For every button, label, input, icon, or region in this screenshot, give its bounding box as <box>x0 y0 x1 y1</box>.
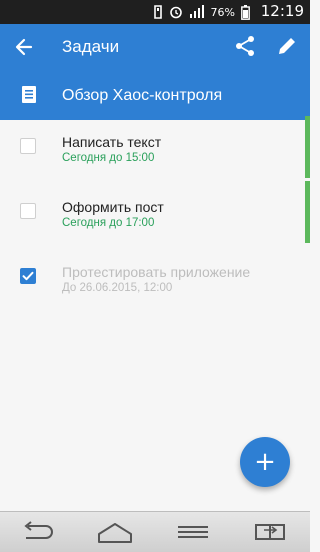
task-priority-marker <box>305 116 310 178</box>
share-icon[interactable] <box>234 35 256 57</box>
project-header[interactable]: Обзор Хаос-контроля <box>0 70 310 120</box>
task-due: Сегодня до 15:00 <box>62 152 155 164</box>
document-icon <box>22 86 36 103</box>
clock: 12:19 <box>260 2 304 20</box>
task-due: Сегодня до 17:00 <box>62 217 155 229</box>
alarm-icon <box>169 6 182 19</box>
task-checkbox[interactable] <box>20 203 36 219</box>
app-bar: Задачи <box>0 24 310 70</box>
battery-percent: 76% <box>210 5 235 19</box>
task-due: До 26.06.2015, 12:00 <box>62 282 173 294</box>
task-item[interactable]: Оформить пост Сегодня до 17:00 <box>0 181 310 243</box>
signal-icon <box>189 5 204 18</box>
check-icon <box>22 271 34 281</box>
task-title: Оформить пост <box>62 199 164 215</box>
navigation-bar <box>0 511 310 552</box>
status-bar: 76% 12:19 <box>0 0 310 24</box>
task-priority-marker <box>305 181 310 243</box>
pencil-icon[interactable] <box>276 35 298 57</box>
task-title: Протестировать приложение <box>62 264 251 280</box>
battery-icon <box>241 4 250 20</box>
task-item[interactable]: Протестировать приложение До 26.06.2015,… <box>0 248 310 304</box>
switch-app-icon[interactable] <box>250 518 290 546</box>
arrow-back-icon[interactable] <box>14 35 34 59</box>
menu-nav-icon[interactable] <box>173 518 213 546</box>
page-title: Задачи <box>62 37 120 56</box>
task-item[interactable]: Написать текст Сегодня до 15:00 <box>0 116 310 178</box>
task-title: Написать текст <box>62 134 162 150</box>
add-task-button[interactable]: + <box>240 437 290 487</box>
status-icons: 76% <box>153 4 250 20</box>
project-name: Обзор Хаос-контроля <box>62 87 223 104</box>
home-nav-icon[interactable] <box>95 518 135 546</box>
task-checkbox-checked[interactable] <box>20 268 36 284</box>
task-checkbox[interactable] <box>20 138 36 154</box>
sd-card-icon <box>153 5 162 19</box>
back-nav-icon[interactable] <box>18 518 58 546</box>
